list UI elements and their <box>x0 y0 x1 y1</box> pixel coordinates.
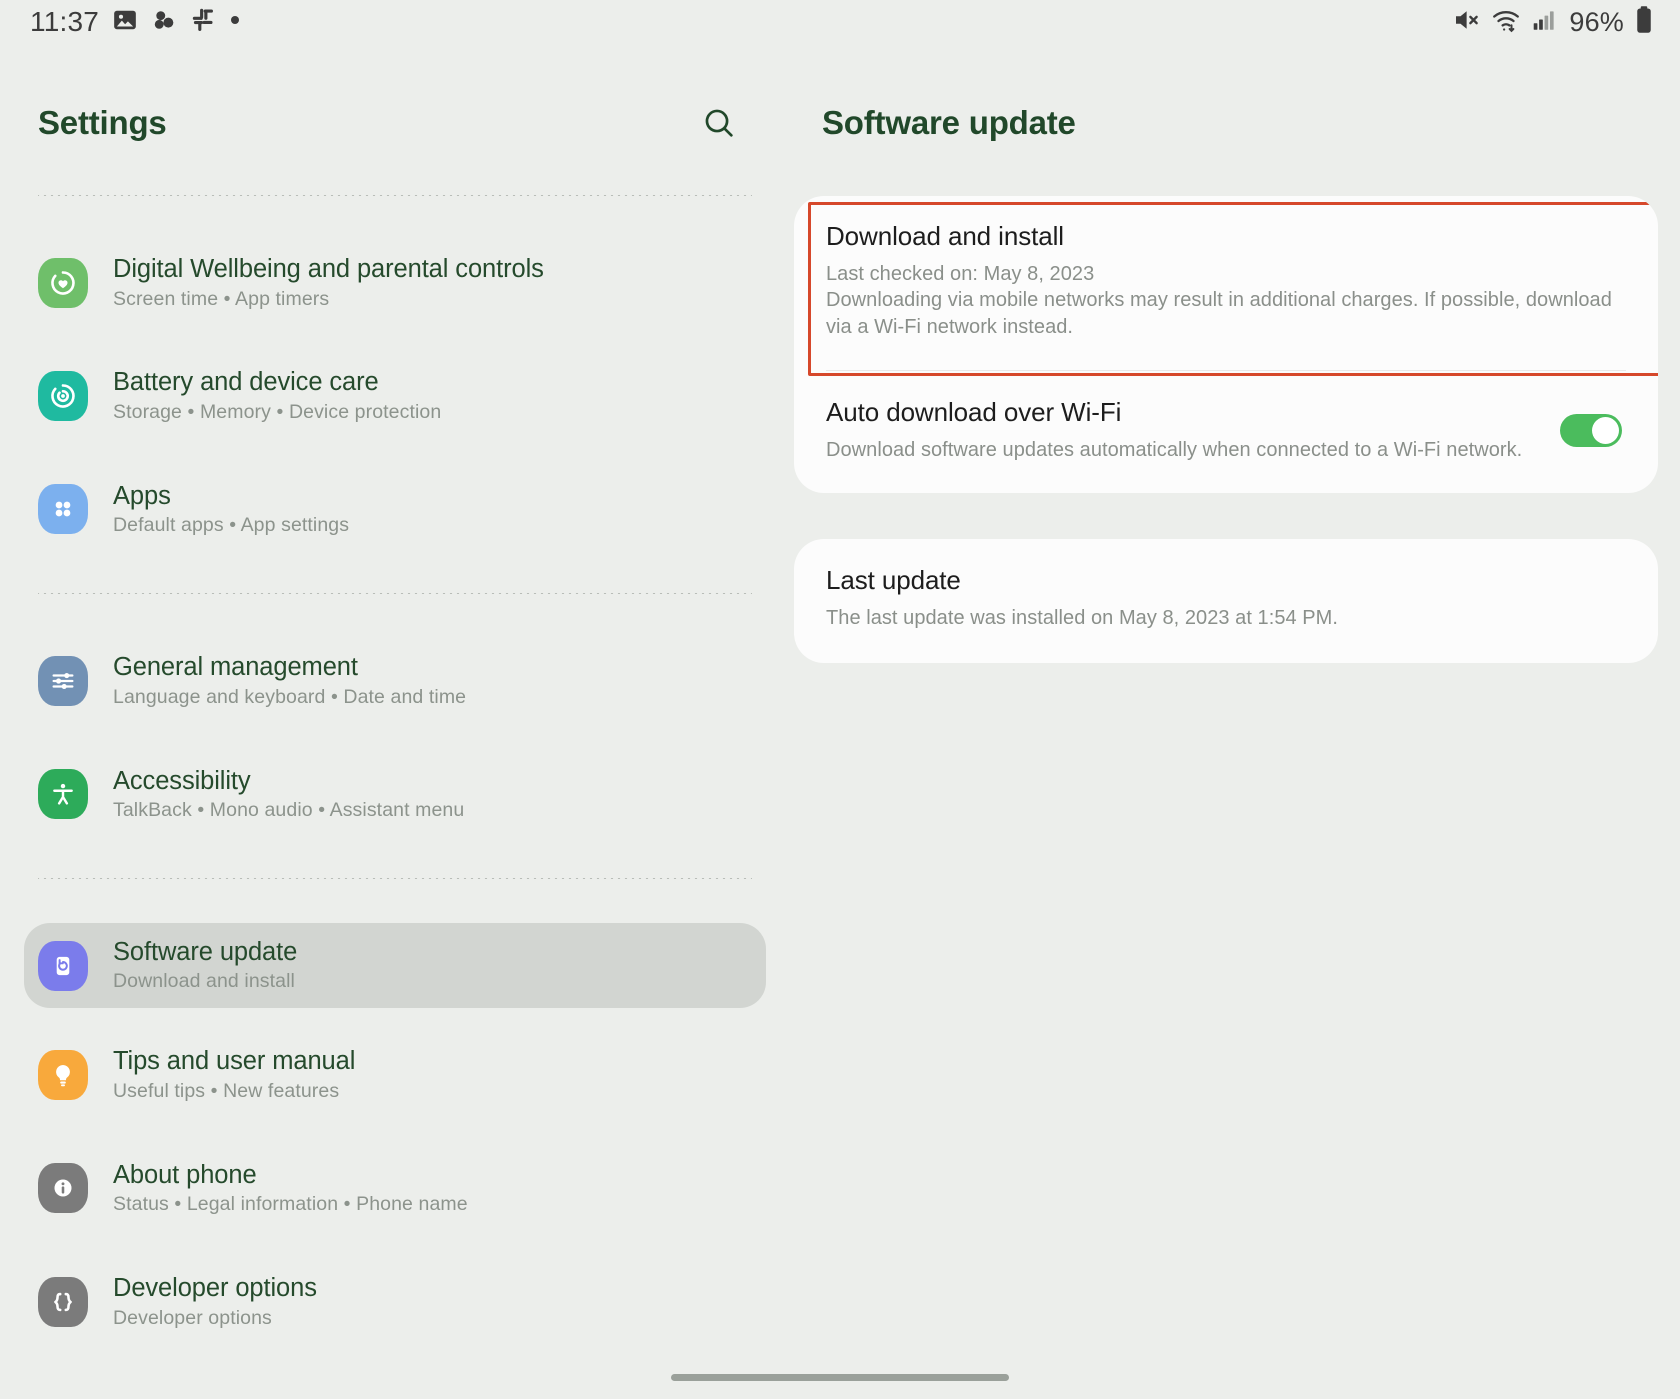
status-bar: 11:37 96% <box>0 0 1680 44</box>
auto-download-title: Auto download over Wi-Fi <box>826 397 1122 428</box>
accessibility-person-icon <box>38 769 88 820</box>
sidebar-item-subtitle: Developer options <box>113 1306 272 1329</box>
sidebar-item-battery-device-care[interactable]: Battery and device care Storage • Memory… <box>24 353 766 438</box>
sidebar-item-text: Accessibility TalkBack • Mono audio • As… <box>113 767 464 822</box>
sidebar-item-text: About phone Status • Legal information •… <box>113 1161 468 1216</box>
software-update-detail-pane: Software update Download and install Las… <box>790 44 1680 1399</box>
mute-icon <box>1451 5 1481 40</box>
sidebar-item-accessibility[interactable]: Accessibility TalkBack • Mono audio • As… <box>24 752 766 837</box>
sidebar-item-tips-and-user-manual[interactable]: Tips and user manual Useful tips • New f… <box>24 1032 766 1117</box>
download-and-install-title: Download and install <box>826 221 1064 251</box>
battery-care-icon <box>38 371 88 422</box>
update-settings-card: Download and install Last checked on: Ma… <box>794 196 1658 494</box>
sidebar-item-text: Developer options Developer options <box>113 1274 317 1329</box>
sidebar-item-title: Developer options <box>113 1274 317 1302</box>
sidebar-item-title: Digital Wellbeing and parental controls <box>113 255 544 283</box>
sidebar-item-subtitle: Screen time • App timers <box>113 287 330 310</box>
status-bar-left: 11:37 <box>30 6 241 38</box>
search-icon[interactable] <box>696 100 742 146</box>
sidebar-header: Settings <box>0 92 790 154</box>
sliders-icon <box>38 655 88 706</box>
auto-download-row[interactable]: Auto download over Wi-Fi Download softwa… <box>794 371 1658 493</box>
info-icon <box>38 1163 88 1214</box>
sidebar-item-title: About phone <box>113 1160 257 1189</box>
page-title: Settings <box>38 104 167 141</box>
lightbulb-icon <box>38 1049 88 1100</box>
last-update-card: Last update The last update was installe… <box>794 539 1658 663</box>
sidebar-item-title: General management <box>113 653 358 682</box>
sidebar-group-3: Software update Download and install Tip… <box>0 922 790 1345</box>
last-update-subtitle: The last update was installed on May 8, … <box>826 607 1338 630</box>
sidebar-item-text: Apps Default apps • App settings <box>113 482 349 537</box>
sidebar-item-title: Accessibility <box>113 766 251 795</box>
last-update-row: Last update The last update was installe… <box>794 539 1658 662</box>
sidebar-item-subtitle: Storage • Memory • Device protection <box>113 400 442 423</box>
sidebar-item-digital-wellbeing[interactable]: Digital Wellbeing and parental controls … <box>24 240 766 325</box>
status-clock: 11:37 <box>30 6 99 37</box>
sidebar-item-title: Tips and user manual <box>113 1047 356 1076</box>
sidebar-item-text: Battery and device care Storage • Memory… <box>113 368 441 423</box>
sidebar-item-software-update[interactable]: Software update Download and install <box>24 922 766 1009</box>
sidebar-item-subtitle: Status • Legal information • Phone name <box>113 1193 468 1216</box>
sidebar-group-2: General management Language and keyboard… <box>0 638 790 837</box>
settings-sidebar: Settings Digital Wellbeing and parental … <box>0 44 790 1399</box>
sidebar-item-subtitle: Useful tips • New features <box>113 1079 340 1102</box>
main-content: Settings Digital Wellbeing and parental … <box>0 44 1680 1399</box>
sidebar-item-subtitle: Language and keyboard • Date and time <box>113 685 467 708</box>
auto-download-text: Auto download over Wi-Fi Download softwa… <box>826 397 1540 463</box>
wellbeing-icon <box>38 257 88 308</box>
apps-grid-icon <box>38 484 88 535</box>
toggle-knob <box>1592 417 1619 445</box>
sidebar-item-text: Software update Download and install <box>113 938 297 993</box>
slack-icon <box>190 7 216 38</box>
sidebar-item-text: Digital Wellbeing and parental controls … <box>113 255 544 310</box>
sidebar-item-subtitle: TalkBack • Mono audio • Assistant menu <box>113 799 465 822</box>
dot-icon <box>229 13 241 31</box>
auto-download-subtitle: Download software updates automatically … <box>826 438 1523 461</box>
auto-download-toggle[interactable] <box>1560 414 1622 448</box>
sidebar-item-text: General management Language and keyboard… <box>113 653 466 708</box>
sidebar-group-1: Digital Wellbeing and parental controls … <box>0 240 790 552</box>
sidebar-item-general-management[interactable]: General management Language and keyboard… <box>24 638 766 723</box>
sidebar-item-developer-options[interactable]: Developer options Developer options <box>24 1259 766 1344</box>
last-update-title: Last update <box>826 565 961 596</box>
sidebar-item-apps[interactable]: Apps Default apps • App settings <box>24 467 766 552</box>
sidebar-item-title: Apps <box>113 481 171 510</box>
google-photos-icon <box>151 7 177 38</box>
home-indicator[interactable] <box>671 1374 1009 1381</box>
cellular-signal-icon <box>1531 7 1557 38</box>
detail-page-title: Software update <box>822 104 1076 141</box>
battery-icon <box>1634 5 1654 40</box>
sidebar-item-title: Battery and device care <box>113 368 379 397</box>
wifi-icon <box>1491 5 1521 40</box>
software-update-icon <box>38 940 88 991</box>
sidebar-item-title: Software update <box>113 937 298 966</box>
status-bar-right: 96% <box>1451 5 1654 40</box>
sidebar-item-text: Tips and user manual Useful tips • New f… <box>113 1047 355 1102</box>
sidebar-item-about-phone[interactable]: About phone Status • Legal information •… <box>24 1146 766 1231</box>
mobile-network-note: Downloading via mobile networks may resu… <box>826 289 1612 338</box>
sidebar-item-subtitle: Download and install <box>113 970 295 993</box>
download-and-install-row[interactable]: Download and install Last checked on: Ma… <box>794 196 1658 377</box>
battery-percent: 96% <box>1569 6 1624 37</box>
sidebar-item-subtitle: Default apps • App settings <box>113 514 350 537</box>
last-checked-text: Last checked on: May 8, 2023 <box>826 262 1095 285</box>
braces-icon <box>38 1276 88 1327</box>
image-icon <box>112 7 138 38</box>
